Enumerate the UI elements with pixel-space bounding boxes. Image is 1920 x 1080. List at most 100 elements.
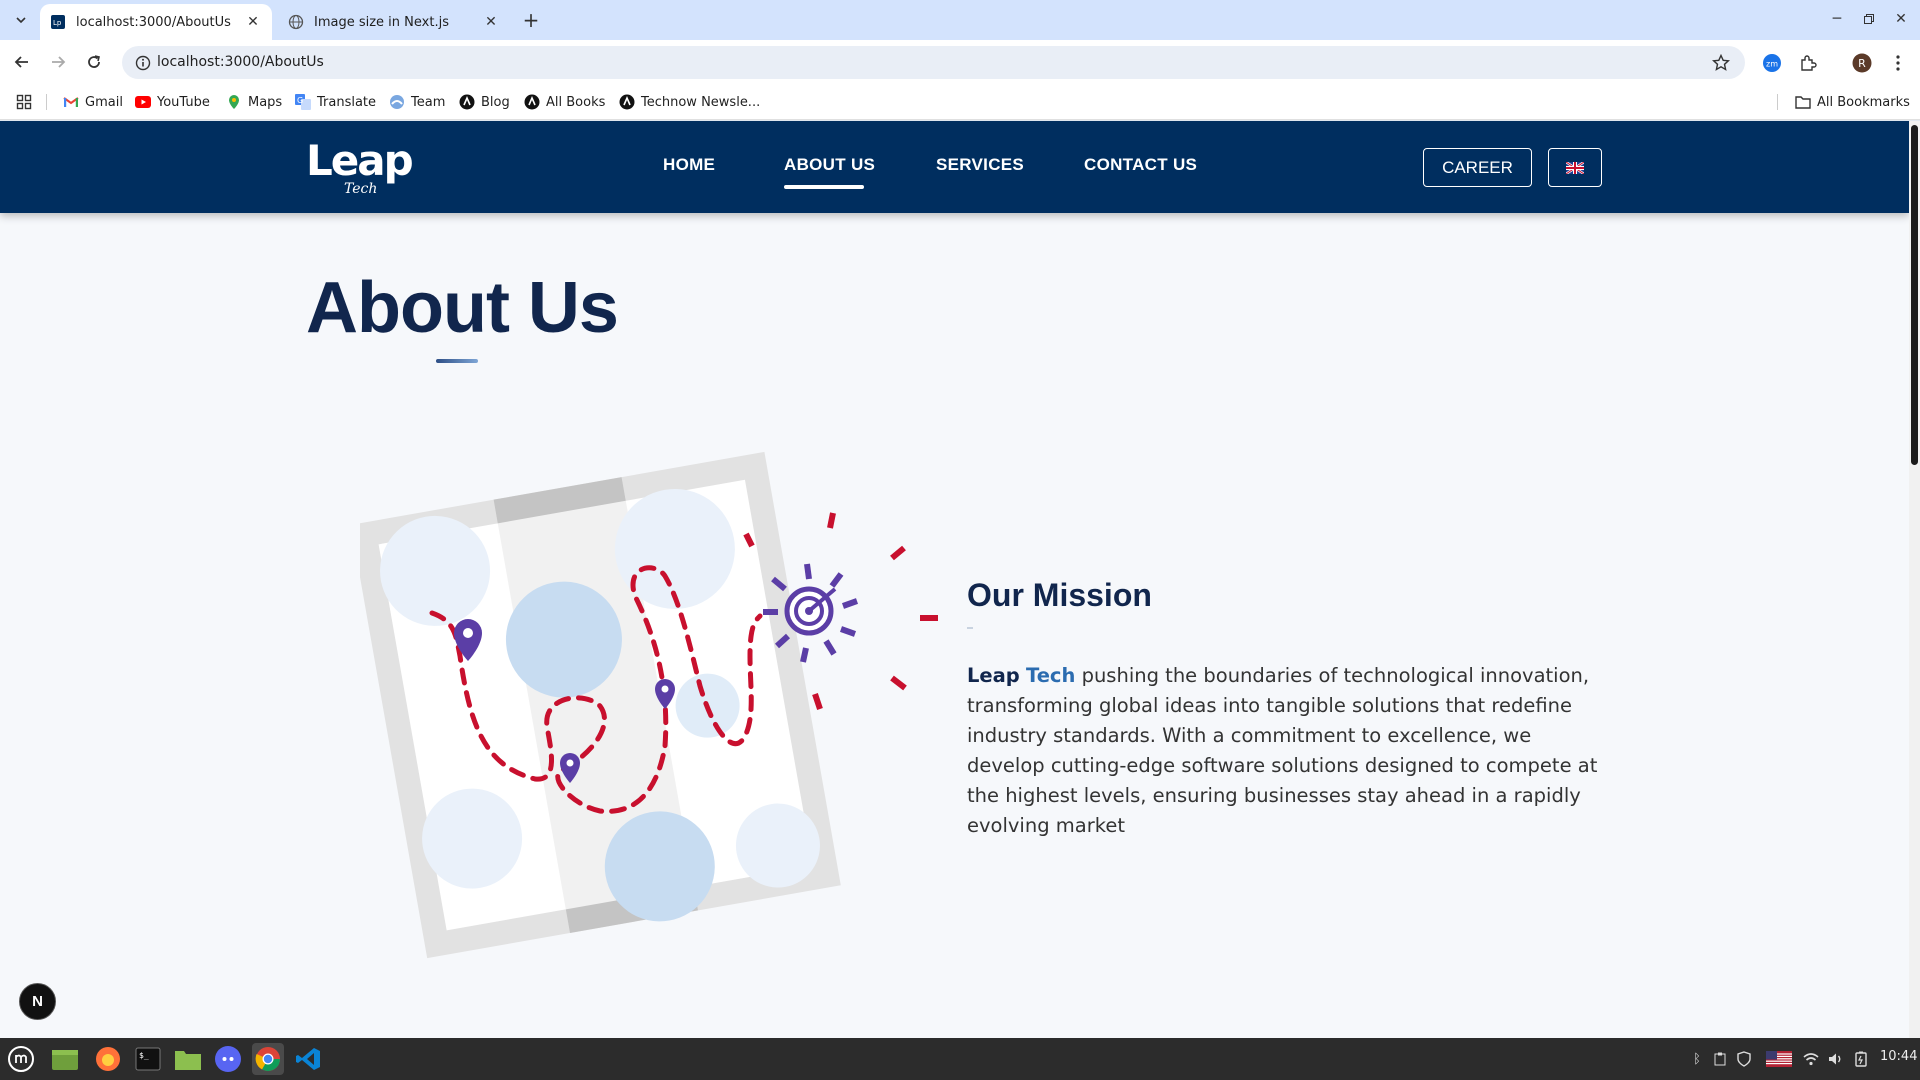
back-button[interactable] xyxy=(10,50,34,74)
logo-text: Leap xyxy=(306,137,413,185)
zoom-extension-icon[interactable]: zm xyxy=(1761,52,1783,74)
nav-services[interactable]: SERVICES xyxy=(936,155,1024,175)
firefox-icon[interactable] xyxy=(92,1043,124,1075)
mint-menu-icon[interactable] xyxy=(5,1043,37,1075)
url-text[interactable]: localhost:3000/AboutUs xyxy=(157,46,324,79)
system-clock[interactable]: 10:44 xyxy=(1880,1049,1917,1064)
discord-icon[interactable] xyxy=(212,1043,244,1075)
tab-strip: Lp localhost:3000/AboutUs ✕ Image size i… xyxy=(0,0,1920,40)
forward-arrow-icon xyxy=(52,56,66,68)
active-nav-indicator xyxy=(784,185,864,189)
wifi-icon[interactable] xyxy=(1802,1049,1820,1069)
bookmark-label: Team xyxy=(411,94,446,110)
career-button[interactable]: CAREER xyxy=(1423,148,1532,187)
bookmark-team[interactable]: Team xyxy=(389,92,445,112)
volume-icon[interactable] xyxy=(1827,1049,1845,1069)
bookmark-label: YouTube xyxy=(157,94,210,110)
mission-heading-underline xyxy=(967,627,973,629)
page-scrollbar[interactable] xyxy=(1909,121,1920,1038)
site-navbar: Leap Tech HOME ABOUT US SERVICES CONTACT… xyxy=(0,121,1909,213)
bookmark-youtube[interactable]: YouTube xyxy=(135,92,210,112)
bookmark-all-books[interactable]: All Books xyxy=(524,92,605,112)
forward-button[interactable] xyxy=(46,50,70,74)
close-tab-icon[interactable]: ✕ xyxy=(482,13,500,31)
folder-icon xyxy=(1795,94,1811,110)
chevron-down-icon xyxy=(16,17,26,24)
profile-avatar[interactable]: R xyxy=(1851,52,1873,74)
bookmark-label: Technow Newsle... xyxy=(641,94,761,110)
bookmark-translate[interactable]: G Translate xyxy=(295,92,376,112)
close-tab-icon[interactable]: ✕ xyxy=(244,13,262,31)
bookmark-maps[interactable]: Maps xyxy=(226,92,282,112)
uk-flag-icon xyxy=(1566,161,1584,174)
blog-icon xyxy=(459,94,475,110)
tab-image-size[interactable]: Image size in Next.js ✕ xyxy=(278,4,510,40)
profile-initial: R xyxy=(1858,56,1866,70)
leap-favicon-icon: Lp xyxy=(50,14,66,30)
close-window-icon[interactable]: ✕ xyxy=(1890,8,1912,30)
title-underline xyxy=(436,359,478,363)
books-icon xyxy=(524,94,540,110)
bookmark-label: Translate xyxy=(317,94,377,110)
bookmarks-divider xyxy=(1777,94,1778,110)
all-bookmarks-label: All Bookmarks xyxy=(1817,94,1910,110)
site-info-icon[interactable] xyxy=(134,54,152,72)
bookmark-star-icon[interactable] xyxy=(1711,53,1731,73)
gmail-icon xyxy=(63,94,79,110)
clipboard-icon[interactable] xyxy=(1712,1049,1728,1069)
back-arrow-icon xyxy=(14,56,28,68)
scrollbar-thumb[interactable] xyxy=(1911,125,1918,465)
shield-icon[interactable] xyxy=(1736,1049,1752,1069)
page-title: About Us xyxy=(306,268,619,348)
bookmark-blog[interactable]: Blog xyxy=(459,92,510,112)
tab-search-button[interactable] xyxy=(10,9,32,31)
nextjs-devtools-badge[interactable]: N xyxy=(19,983,56,1020)
svg-text:Lp: Lp xyxy=(53,19,62,27)
nav-home[interactable]: HOME xyxy=(663,155,715,175)
tab-title: Image size in Next.js xyxy=(314,14,449,30)
new-tab-button[interactable]: + xyxy=(520,8,542,32)
team-icon xyxy=(389,94,405,110)
restore-icon[interactable] xyxy=(1858,8,1880,30)
target-icon xyxy=(784,586,837,636)
maps-icon xyxy=(226,94,242,110)
leap-tech-logo[interactable]: Leap Tech xyxy=(306,136,416,197)
reload-button[interactable] xyxy=(82,50,106,74)
nav-contact-us[interactable]: CONTACT US xyxy=(1084,155,1197,175)
svg-text:G: G xyxy=(297,96,303,105)
vscode-icon[interactable] xyxy=(292,1043,324,1075)
apps-grid-icon[interactable] xyxy=(16,92,32,112)
browser-toolbar: localhost:3000/AboutUs zm R xyxy=(0,40,1920,84)
logo-subtext: Tech xyxy=(344,181,377,195)
us-flag-keyboard-icon[interactable] xyxy=(1765,1049,1793,1069)
nav-about-us[interactable]: ABOUT US xyxy=(784,155,875,175)
system-taskbar: $_ ᛒ 10:44 xyxy=(0,1038,1920,1080)
bookmarks-divider xyxy=(46,94,47,110)
folder-icon[interactable] xyxy=(172,1043,204,1075)
minimize-icon[interactable]: ─ xyxy=(1826,8,1848,30)
all-bookmarks-button[interactable]: All Bookmarks xyxy=(1795,92,1910,112)
mission-heading: Our Mission xyxy=(967,577,1152,613)
address-bar[interactable]: localhost:3000/AboutUs xyxy=(122,46,1745,79)
mission-map-illustration xyxy=(360,451,938,959)
battery-icon[interactable] xyxy=(1852,1049,1870,1069)
mission-paragraph: Leap Tech pushing the boundaries of tech… xyxy=(967,661,1607,841)
globe-icon xyxy=(288,14,304,30)
tab-about-us[interactable]: Lp localhost:3000/AboutUs ✕ xyxy=(40,4,272,40)
bookmark-label: Gmail xyxy=(85,94,123,110)
bookmark-label: All Books xyxy=(546,94,606,110)
browser-menu-icon[interactable] xyxy=(1887,52,1909,74)
tab-title: localhost:3000/AboutUs xyxy=(76,14,231,30)
bookmark-gmail[interactable]: Gmail xyxy=(63,92,123,112)
files-icon[interactable] xyxy=(49,1043,81,1075)
chrome-icon[interactable] xyxy=(252,1043,284,1075)
bookmark-technow[interactable]: Technow Newsle... xyxy=(619,92,760,112)
bookmark-label: Blog xyxy=(481,94,510,110)
terminal-icon[interactable]: $_ xyxy=(132,1043,164,1075)
web-page: Leap Tech HOME ABOUT US SERVICES CONTACT… xyxy=(0,121,1909,1038)
language-switcher[interactable] xyxy=(1548,148,1602,187)
bluetooth-icon[interactable]: ᛒ xyxy=(1690,1049,1704,1069)
newsletter-icon xyxy=(619,94,635,110)
svg-text:$_: $_ xyxy=(139,1051,149,1060)
extensions-puzzle-icon[interactable] xyxy=(1797,52,1819,74)
